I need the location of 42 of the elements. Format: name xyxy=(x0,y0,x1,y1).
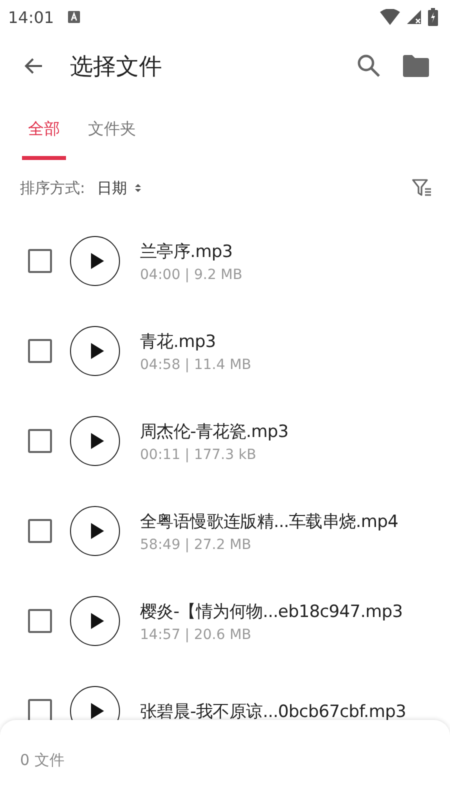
play-button[interactable] xyxy=(70,416,120,466)
file-details: 58:49 | 27.2 MB xyxy=(140,536,252,552)
file-details: 04:00 | 9.2 MB xyxy=(140,266,242,282)
checkbox[interactable] xyxy=(28,519,52,543)
tab[interactable]: 全部 xyxy=(22,98,66,160)
status-time: 14:01 xyxy=(8,8,54,26)
play-button[interactable] xyxy=(70,596,120,646)
file-name: 樱炎-【情为何物...eb18c947.mp3 xyxy=(140,600,403,622)
play-icon xyxy=(89,432,105,450)
play-icon xyxy=(89,252,105,270)
signal-icon xyxy=(406,9,422,25)
battery-icon xyxy=(428,8,438,26)
tab[interactable]: 文件夹 xyxy=(76,98,148,160)
file-details: 00:11 | 177.3 kB xyxy=(140,446,258,462)
file-name: 周杰伦-青花瓷.mp3 xyxy=(140,420,288,442)
checkbox[interactable] xyxy=(28,249,52,273)
folder-icon xyxy=(402,54,430,78)
checkbox[interactable] xyxy=(28,339,52,363)
play-icon xyxy=(89,702,105,720)
file-details: 14:57 | 20.6 MB xyxy=(140,626,252,642)
play-button[interactable] xyxy=(70,236,120,286)
sort-arrows-icon xyxy=(135,183,142,193)
play-icon xyxy=(89,522,105,540)
checkbox[interactable] xyxy=(28,429,52,453)
screen-title: 选择文件 xyxy=(70,52,162,82)
file-name: 全粤语慢歌连版精...车载串烧.mp4 xyxy=(140,510,398,532)
play-icon xyxy=(89,612,105,630)
selected-count: 0 文件 xyxy=(20,750,64,770)
file-name: 青花.mp3 xyxy=(140,330,217,352)
search-icon xyxy=(356,53,382,79)
play-icon xyxy=(89,342,105,360)
sort-dropdown[interactable]: 日期 xyxy=(85,178,142,198)
file-name: 张碧晨-我不原谅...0bcb67cbf.mp3 xyxy=(140,700,406,722)
filter-icon xyxy=(412,178,432,198)
file-details: 04:58 | 11.4 MB xyxy=(140,356,252,372)
checkbox[interactable] xyxy=(28,609,52,633)
file-name: 兰亭序.mp3 xyxy=(140,240,234,262)
notification-icon xyxy=(68,11,80,23)
play-button[interactable] xyxy=(70,506,120,556)
play-button[interactable] xyxy=(70,326,120,376)
wifi-icon xyxy=(380,9,400,25)
sort-label: 排序方式: xyxy=(20,178,86,198)
